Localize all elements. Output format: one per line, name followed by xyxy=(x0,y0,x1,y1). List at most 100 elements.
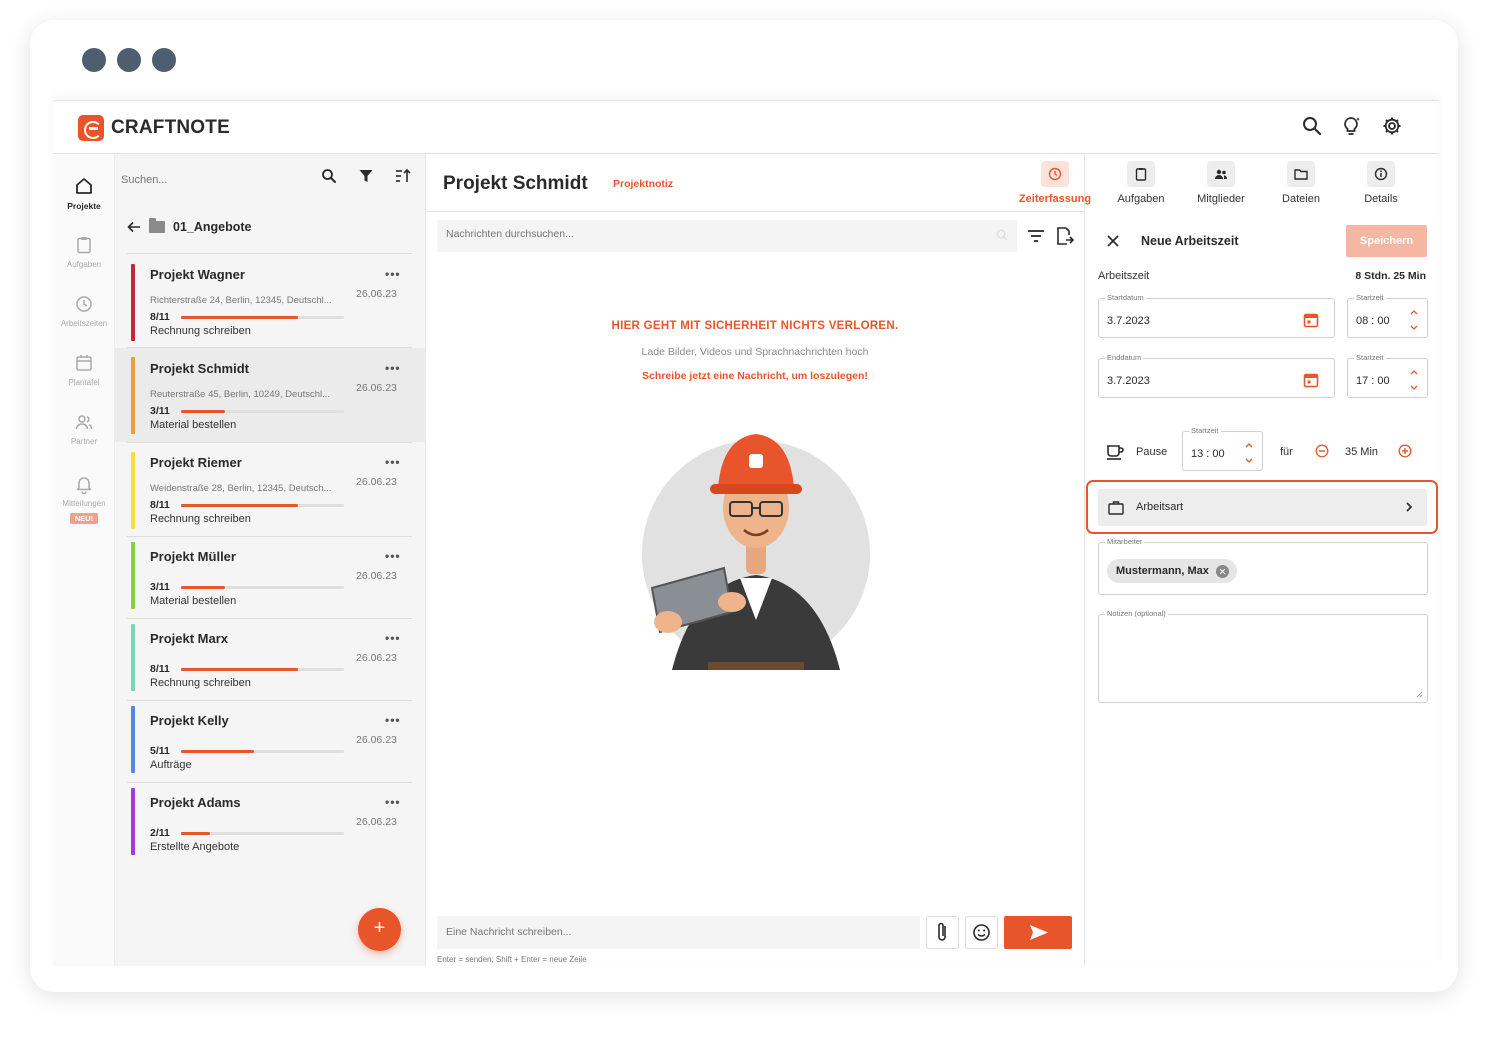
project-card-marx[interactable]: Projekt Marx ••• 26.06.23 8/11 Rechnung … xyxy=(115,619,426,700)
tab-label: Dateien xyxy=(1282,193,1320,205)
search-icon[interactable] xyxy=(1301,115,1323,137)
rail-item-mitteilungen[interactable]: Mitteilungen NEU! xyxy=(53,474,115,526)
tab-zeiterfassung[interactable]: Zeiterfassung xyxy=(1015,154,1095,205)
back-arrow-icon[interactable] xyxy=(127,221,141,233)
empty-state-title: HIER GEHT MIT SICHERHEIT NICHTS VERLOREN… xyxy=(611,320,899,332)
info-icon xyxy=(1374,167,1388,181)
project-subtitle[interactable]: Projektnotiz xyxy=(613,178,673,190)
more-options-icon[interactable]: ••• xyxy=(385,549,401,563)
rail-item-projekte[interactable]: Projekte xyxy=(53,176,115,211)
more-options-icon[interactable]: ••• xyxy=(385,361,401,375)
project-card-adams[interactable]: Projekt Adams ••• 26.06.23 2/11 Erstellt… xyxy=(115,783,426,864)
project-color-bar xyxy=(131,452,135,529)
tab-dateien[interactable]: Dateien xyxy=(1261,154,1341,205)
briefcase-icon xyxy=(1108,501,1124,515)
message-input[interactable] xyxy=(446,926,896,938)
task-count: 8/11 xyxy=(150,663,170,675)
pause-start-value: 13 : 00 xyxy=(1191,448,1225,460)
current-task: Aufträge xyxy=(150,759,192,771)
composer-hint: Enter = senden; Shift + Enter = neue Zei… xyxy=(437,955,587,964)
message-composer xyxy=(437,916,920,949)
tab-details[interactable]: Details xyxy=(1341,154,1421,205)
total-duration: 8 Stdn. 25 Min xyxy=(1355,270,1426,282)
logo[interactable]: CRAFTNOTE xyxy=(78,115,230,141)
project-card-schmidt[interactable]: Projekt Schmidt ••• Reuterstraße 45, Ber… xyxy=(115,348,426,442)
window-dot-2[interactable] xyxy=(117,48,141,72)
message-tools xyxy=(1026,226,1075,246)
plus-circle-icon[interactable] xyxy=(1398,444,1412,458)
time-stepper-icon[interactable] xyxy=(1409,308,1419,332)
employee-chip[interactable]: Mustermann, Max xyxy=(1107,559,1237,583)
project-card-wagner[interactable]: Projekt Wagner ••• Richterstraße 24, Ber… xyxy=(115,255,426,347)
minus-circle-icon[interactable] xyxy=(1315,444,1329,458)
search-icon[interactable] xyxy=(320,167,338,185)
rail-item-plantafel[interactable]: Plantafel xyxy=(53,353,115,387)
progress-bar xyxy=(181,316,344,319)
message-search-input[interactable] xyxy=(446,228,966,240)
start-time-field[interactable]: Startzeit 08 : 00 xyxy=(1347,293,1428,338)
notes-field[interactable]: Notizen (optional) xyxy=(1098,609,1428,703)
tab-aufgaben[interactable]: Aufgaben xyxy=(1101,154,1181,205)
time-stepper-icon[interactable] xyxy=(1244,441,1254,465)
search-icon[interactable] xyxy=(995,228,1009,242)
time-stepper-icon[interactable] xyxy=(1409,368,1419,392)
form-title: Neue Arbeitszeit xyxy=(1141,234,1239,248)
section-label: Arbeitszeit xyxy=(1098,270,1150,282)
employee-field[interactable]: Mitarbeiter Mustermann, Max xyxy=(1098,537,1428,595)
tab-mitglieder[interactable]: Mitglieder xyxy=(1181,154,1261,205)
send-button[interactable] xyxy=(1004,916,1072,949)
for-label: für xyxy=(1280,446,1293,458)
progress-fill xyxy=(181,504,299,507)
pause-start-field[interactable]: Startzeit 13 : 00 xyxy=(1182,426,1263,471)
current-task: Erstellte Angebote xyxy=(150,841,240,853)
project-search-input[interactable] xyxy=(121,170,311,190)
new-badge: NEU! xyxy=(69,513,99,524)
more-options-icon[interactable]: ••• xyxy=(385,631,401,645)
filter-icon[interactable] xyxy=(357,167,375,185)
pause-row: Pause Startzeit 13 : 00 für 35 Min xyxy=(1098,426,1428,471)
sort-icon[interactable] xyxy=(394,167,412,185)
rail-item-aufgaben[interactable]: Aufgaben xyxy=(53,235,115,269)
end-date-field[interactable]: Enddatum 3.7.2023 xyxy=(1098,353,1335,398)
save-button[interactable]: Speichern xyxy=(1346,225,1427,257)
resize-handle-icon[interactable] xyxy=(1416,691,1423,698)
empty-state-subtitle: Lade Bilder, Videos und Sprachnachrichte… xyxy=(641,346,869,358)
rail-label: Arbeitszeiten xyxy=(60,319,108,328)
tab-label: Mitglieder xyxy=(1197,193,1245,205)
work-type-selector[interactable]: Arbeitsart xyxy=(1098,489,1427,526)
field-label: Startzeit xyxy=(1354,353,1386,362)
start-date-field[interactable]: Startdatum 3.7.2023 xyxy=(1098,293,1335,338)
pause-duration: 35 Min xyxy=(1345,446,1379,458)
more-options-icon[interactable]: ••• xyxy=(385,795,401,809)
project-card-kelly[interactable]: Projekt Kelly ••• 26.06.23 5/11 Aufträge xyxy=(115,701,426,782)
add-project-button[interactable]: + xyxy=(358,908,401,951)
filter-lines-icon[interactable] xyxy=(1026,226,1046,246)
rail-item-arbeitszeiten[interactable]: Arbeitszeiten xyxy=(53,294,115,328)
more-options-icon[interactable]: ••• xyxy=(385,713,401,727)
current-task: Rechnung schreiben xyxy=(150,677,251,689)
gear-icon[interactable] xyxy=(1381,115,1403,137)
more-options-icon[interactable]: ••• xyxy=(385,455,401,469)
project-card-riemer[interactable]: Projekt Riemer ••• Weidenstraße 28, Berl… xyxy=(115,443,426,536)
clipboard-icon xyxy=(77,237,91,254)
close-icon[interactable] xyxy=(1106,234,1120,248)
end-time-field[interactable]: Startzeit 17 : 00 xyxy=(1347,353,1428,398)
folder-breadcrumb[interactable]: 01_Angebote xyxy=(127,218,252,234)
project-color-bar xyxy=(131,788,135,855)
more-options-icon[interactable]: ••• xyxy=(385,267,401,281)
calendar-icon[interactable] xyxy=(1303,372,1319,388)
window-dot-3[interactable] xyxy=(152,48,176,72)
work-type-label: Arbeitsart xyxy=(1136,501,1184,513)
rail-item-partner[interactable]: Partner xyxy=(53,412,115,446)
remove-chip-icon[interactable] xyxy=(1215,564,1229,578)
export-icon[interactable] xyxy=(1054,226,1075,246)
lightbulb-icon[interactable] xyxy=(1341,115,1363,137)
tab-label: Aufgaben xyxy=(1117,193,1165,205)
calendar-icon[interactable] xyxy=(1303,312,1319,328)
project-notes-panel: Projekt Schmidt Projektnotiz HIER GEHT M… xyxy=(426,154,1439,966)
project-title: Projekt Schmidt xyxy=(443,173,588,194)
project-card-mueller[interactable]: Projekt Müller ••• 26.06.23 3/11 Materia… xyxy=(115,537,426,618)
attach-button[interactable] xyxy=(926,916,959,949)
window-dot-1[interactable] xyxy=(82,48,106,72)
emoji-button[interactable] xyxy=(965,916,998,949)
